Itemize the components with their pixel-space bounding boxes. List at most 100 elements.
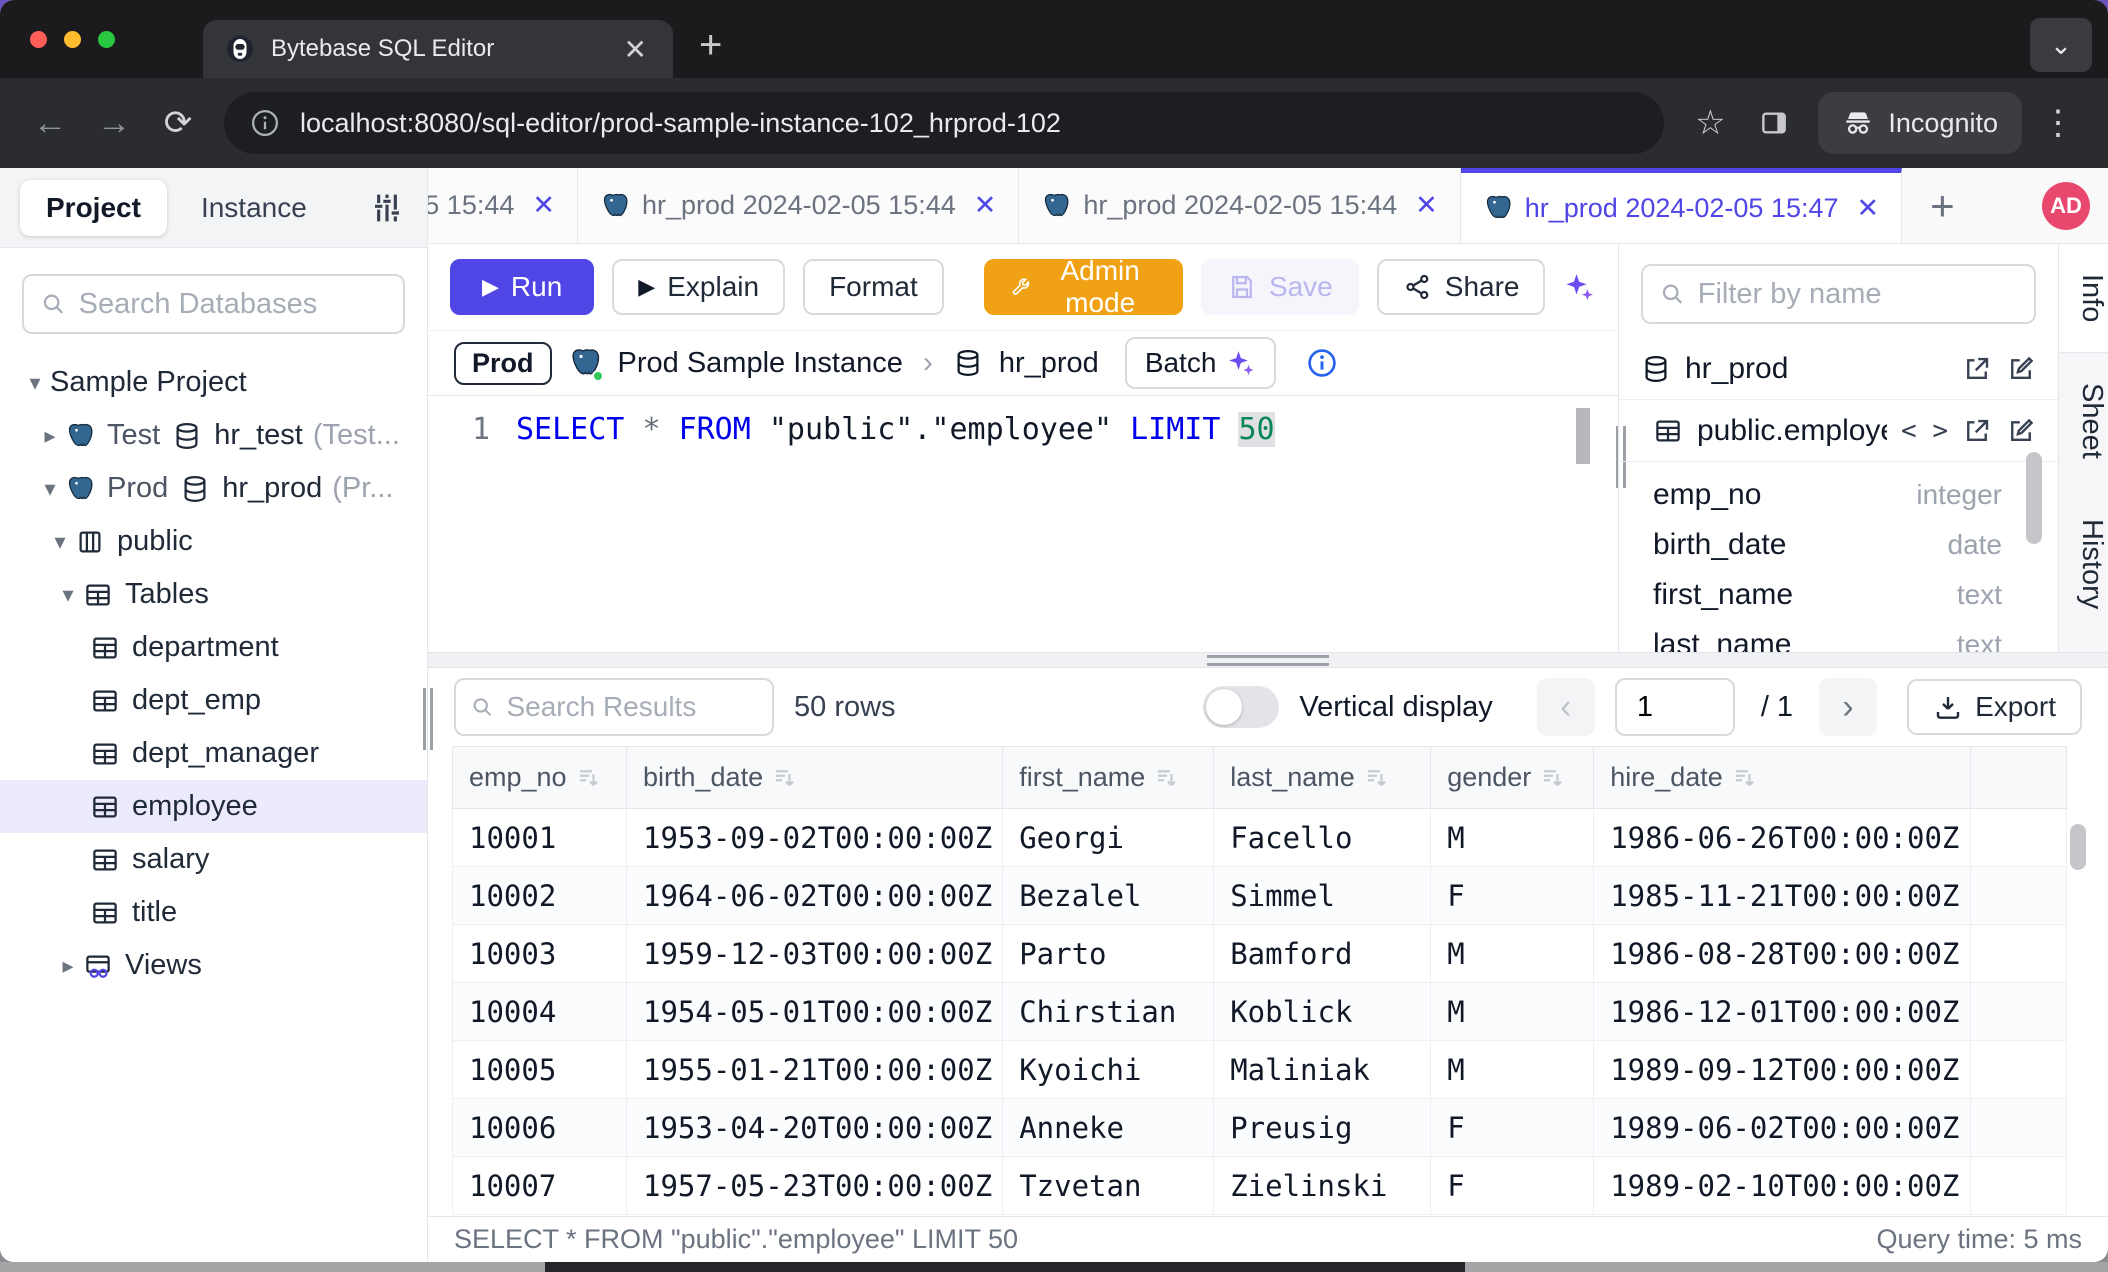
column-header[interactable]: birth_date [627,747,1003,809]
vertical-display-toggle[interactable] [1203,686,1279,728]
cell[interactable]: Zielinski [1214,1157,1431,1215]
minimize-window-button[interactable] [64,31,81,48]
cell[interactable]: 10006 [453,1099,627,1157]
explain-button[interactable]: ▶Explain [612,259,785,315]
cell[interactable]: M [1431,983,1594,1041]
bookmark-star-icon[interactable]: ☆ [1682,95,1738,151]
cell[interactable]: 1957-05-23T00:00:00Z [627,1157,1003,1215]
close-tab-icon[interactable]: ✕ [532,190,555,221]
next-page-button[interactable]: › [1819,678,1877,736]
cell[interactable]: 1954-05-01T00:00:00Z [627,983,1003,1041]
cell[interactable]: 1986-08-28T00:00:00Z [1594,925,1971,983]
caret-down-icon[interactable]: ▾ [53,582,83,608]
page-number-input[interactable] [1615,678,1735,736]
column-row[interactable]: first_nametext [1619,570,2058,620]
prev-page-button[interactable]: ‹ [1537,678,1595,736]
sort-icon[interactable] [773,766,797,790]
cell[interactable]: F [1431,1157,1594,1215]
table-row-entry[interactable]: public.employee < > [1619,400,2058,462]
tree-item-title[interactable]: title [0,886,427,939]
address-bar[interactable]: localhost:8080/sql-editor/prod-sample-in… [224,92,1664,154]
cell[interactable]: Anneke [1003,1099,1214,1157]
instance-name[interactable]: Prod Sample Instance [618,347,903,380]
cell[interactable]: Parto [1003,925,1214,983]
cell[interactable]: 1959-12-03T00:00:00Z [627,925,1003,983]
open-external-icon[interactable] [1962,354,1992,384]
column-row[interactable]: last_nametext [1619,620,2058,652]
editor-tab[interactable]: hr_prod 2024-02-05 15:44✕ [578,168,1019,243]
cell[interactable]: 1989-06-02T00:00:00Z [1594,1099,1971,1157]
results-search[interactable] [454,678,774,736]
cell[interactable]: 10007 [453,1157,627,1215]
caret-down-icon[interactable]: ▾ [35,476,65,502]
cell[interactable]: 1955-01-21T00:00:00Z [627,1041,1003,1099]
sql-editor[interactable]: 1 SELECT * FROM "public"."employee" LIMI… [428,396,1618,652]
avatar[interactable]: AD [2042,182,2090,230]
save-button[interactable]: Save [1201,259,1359,315]
cell[interactable]: Chirstian [1003,983,1214,1041]
editor-tab[interactable]: hr_prod 2024-02-05 15:44✕ [1019,168,1460,243]
close-tab-icon[interactable]: ✕ [1415,190,1438,221]
tree-item-views[interactable]: ▸Views [0,939,427,992]
browser-menu-icon[interactable]: ⋮ [2030,95,2086,151]
database-row[interactable]: hr_prod [1619,338,2058,400]
close-tab-icon[interactable]: ✕ [618,33,653,66]
rail-tab-info[interactable]: Info [2059,244,2108,353]
tree-item-salary[interactable]: salary [0,833,427,886]
results-search-input[interactable] [506,691,758,723]
cell[interactable]: F [1431,867,1594,925]
cell[interactable]: M [1431,809,1594,867]
sort-icon[interactable] [1541,766,1565,790]
open-external-icon[interactable] [1962,416,1992,446]
cell[interactable]: 10005 [453,1041,627,1099]
cell[interactable]: Facello [1214,809,1431,867]
sort-icon[interactable] [1733,766,1757,790]
cell[interactable]: Tzvetan [1003,1157,1214,1215]
column-header[interactable]: gender [1431,747,1594,809]
share-button[interactable]: Share [1377,259,1546,315]
back-icon[interactable]: ← [22,95,78,151]
tree-item-dept-manager[interactable]: dept_manager [0,727,427,780]
editor-scrollbar[interactable] [1576,408,1590,464]
format-button[interactable]: Format [803,259,944,315]
close-tab-icon[interactable]: ✕ [974,190,997,221]
close-window-button[interactable] [30,31,47,48]
tree-item-department[interactable]: department [0,621,427,674]
cell[interactable]: 1989-02-10T00:00:00Z [1594,1157,1971,1215]
cell[interactable]: 10001 [453,809,627,867]
column-header[interactable]: first_name [1003,747,1214,809]
cell[interactable]: 1986-06-26T00:00:00Z [1594,809,1971,867]
ai-sparkle-icon[interactable] [1563,265,1596,309]
caret-right-icon[interactable]: ▸ [53,953,83,979]
editor-tab[interactable]: 5 15:44✕ [428,168,578,243]
maximize-window-button[interactable] [98,31,115,48]
tree-item-hr-test[interactable]: ▸Testhr_test(Test... [0,409,427,462]
tree-item-tables[interactable]: ▾Tables [0,568,427,621]
run-button[interactable]: ▶Run [450,259,594,315]
tree-item-hr-prod[interactable]: ▾Prodhr_prod(Pr... [0,462,427,515]
cell[interactable]: Simmel [1214,867,1431,925]
cell[interactable]: 1986-12-01T00:00:00Z [1594,983,1971,1041]
cell[interactable]: M [1431,1041,1594,1099]
cell[interactable]: 10002 [453,867,627,925]
cell[interactable]: Preusig [1214,1099,1431,1157]
cell[interactable]: F [1431,1099,1594,1157]
batch-button[interactable]: Batch [1125,337,1277,389]
tab-project[interactable]: Project [20,180,167,236]
edit-icon[interactable] [2006,354,2036,384]
edit-icon[interactable] [2006,416,2036,446]
cell[interactable]: 1989-09-12T00:00:00Z [1594,1041,1971,1099]
cell[interactable]: 1953-04-20T00:00:00Z [627,1099,1003,1157]
filter-settings-icon[interactable] [367,188,407,228]
cell[interactable]: Koblick [1214,983,1431,1041]
cell[interactable]: Bamford [1214,925,1431,983]
cell[interactable]: Bezalel [1003,867,1214,925]
cell[interactable]: 10004 [453,983,627,1041]
caret-down-icon[interactable]: ▾ [45,529,75,555]
results-scrollbar[interactable] [2070,824,2086,870]
sidebar-resize-handle[interactable] [423,688,433,750]
cell[interactable]: 1953-09-02T00:00:00Z [627,809,1003,867]
caret-right-icon[interactable]: ▸ [35,423,65,449]
results-divider[interactable] [428,652,2108,668]
forward-icon[interactable]: → [86,95,142,151]
